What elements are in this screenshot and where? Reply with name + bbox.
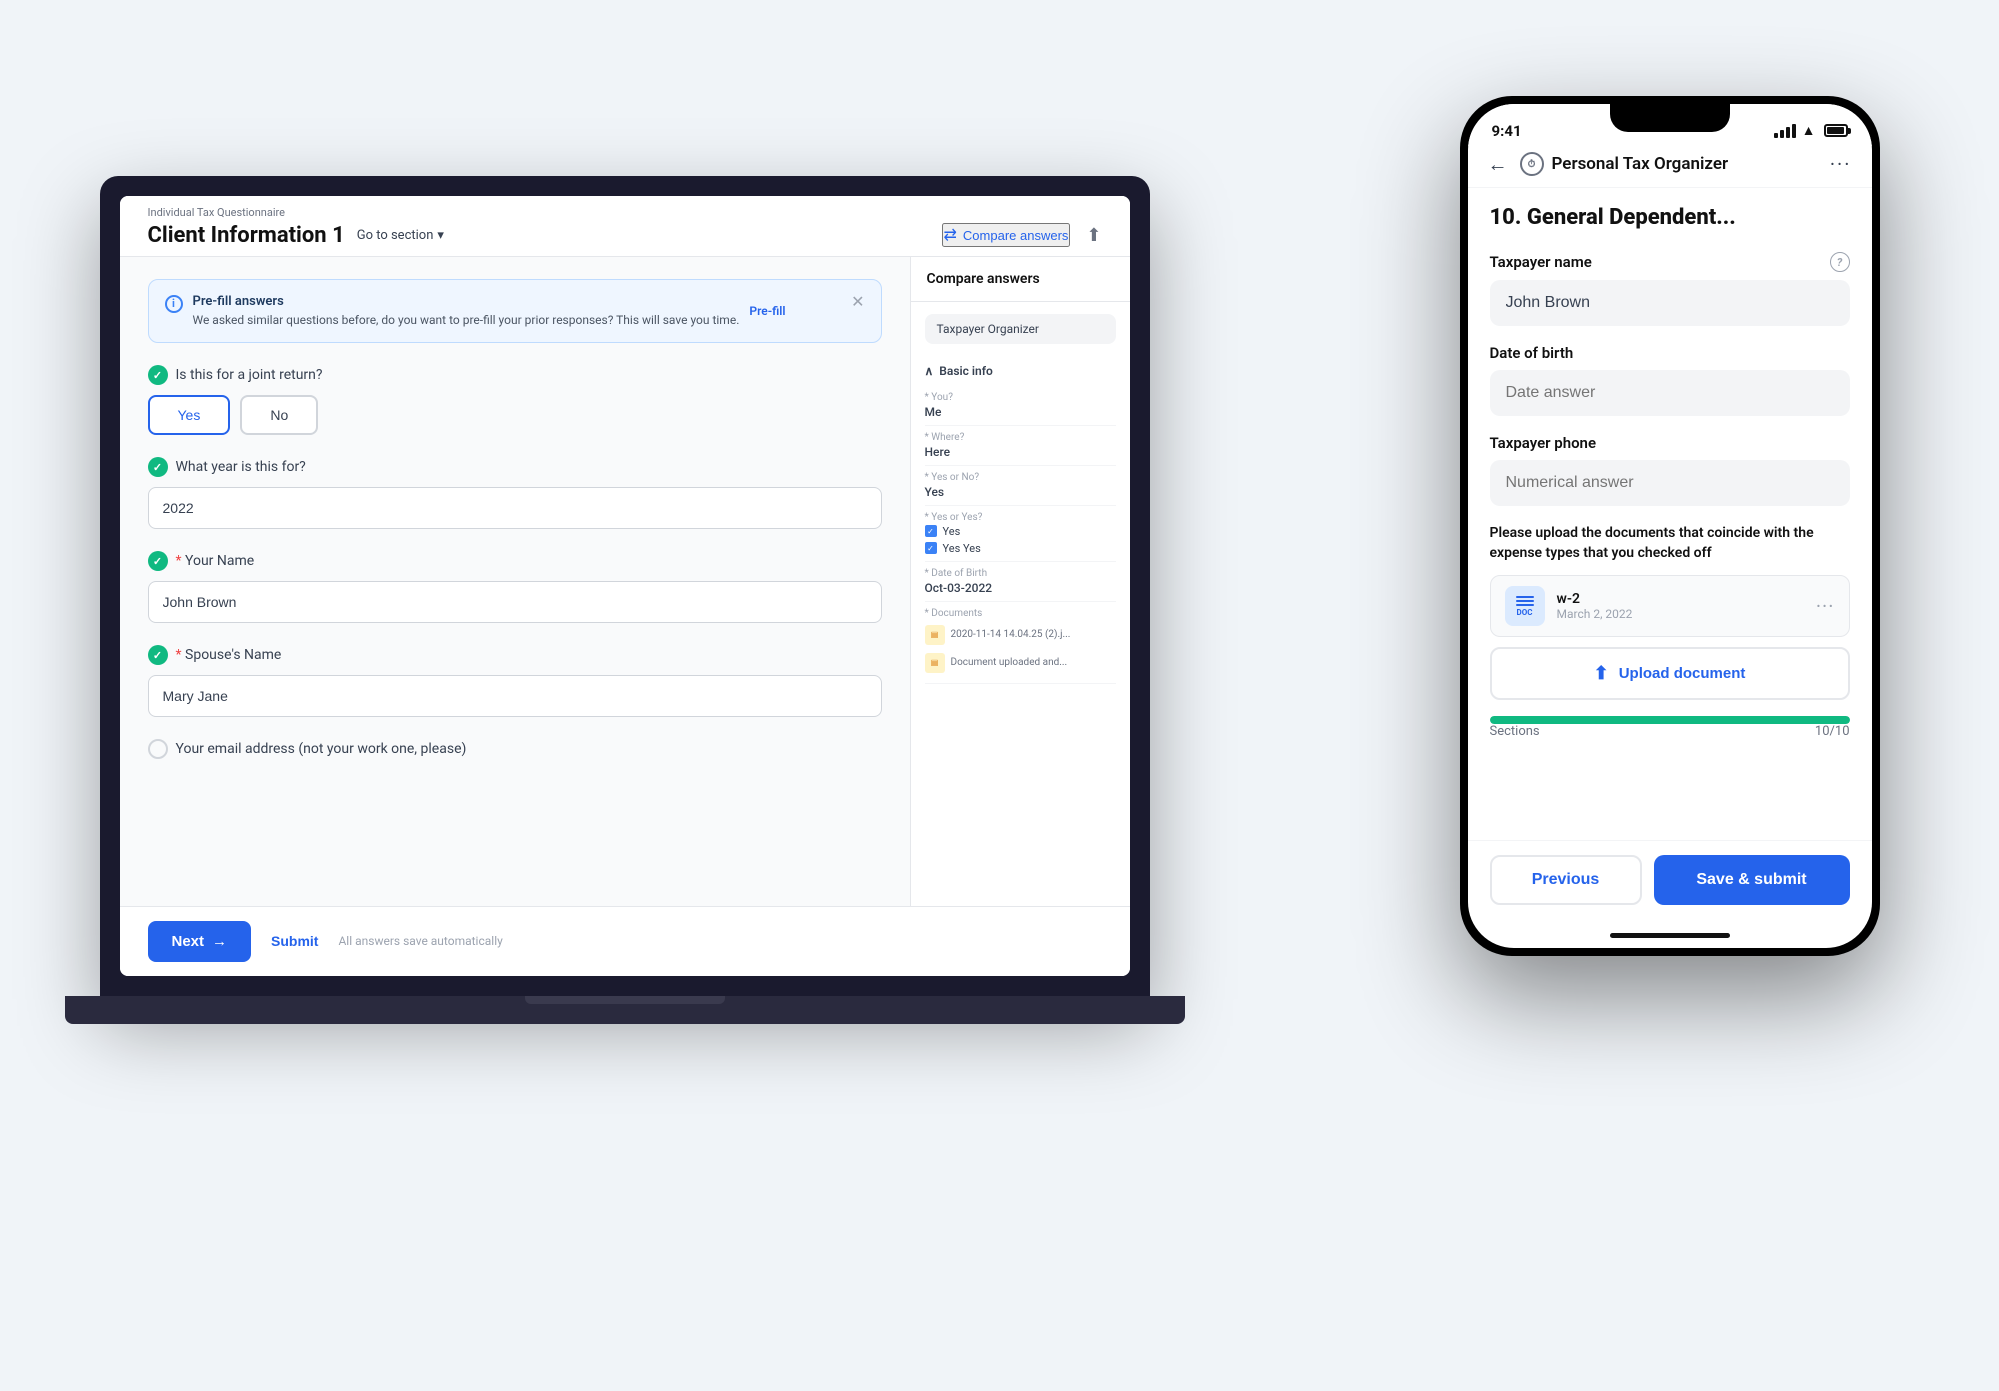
doc-thumb-icon: ▤ — [925, 625, 945, 645]
taxpayer-phone-input[interactable] — [1490, 460, 1850, 506]
upload-icon: ⬆ — [1594, 663, 1609, 684]
prefill-banner: i Pre-fill answers We asked similar ques… — [148, 279, 882, 344]
checkbox-yes: Yes — [925, 525, 1116, 538]
phone: 9:41 ▲ ← ⏱ — [1460, 96, 1880, 956]
prefill-link[interactable]: Pre-fill — [749, 304, 785, 318]
compare-doc-2: ▤ Document uploaded and... — [925, 649, 1116, 677]
doc-icon: DOC — [1505, 586, 1545, 626]
progress-label: Sections — [1490, 724, 1540, 739]
spouse-name-input[interactable] — [148, 675, 882, 717]
doc-name: w-2 — [1557, 591, 1816, 607]
chevron-up-icon: ∧ — [925, 364, 934, 378]
check-icon-2 — [148, 457, 168, 477]
compare-item-docs: * Documents ▤ 2020-11-14 14.04.25 (2).j.… — [925, 602, 1116, 684]
help-icon[interactable]: ? — [1830, 252, 1850, 272]
compare-item-you: * You? Me — [925, 386, 1116, 426]
dob-input[interactable] — [1490, 370, 1850, 416]
doc-more-icon[interactable]: ··· — [1816, 594, 1835, 618]
phone-field-phone: Taxpayer phone — [1490, 434, 1850, 506]
chevron-down-icon: ▾ — [437, 228, 444, 243]
phone-footer: Previous Save & submit — [1468, 840, 1872, 925]
clock-icon: ⏱ — [1520, 152, 1544, 176]
save-submit-button[interactable]: Save & submit — [1654, 855, 1850, 905]
check-icon-4 — [148, 645, 168, 665]
doc-thumb-icon-2: ▤ — [925, 653, 945, 673]
question-your-name: * Your Name — [148, 551, 882, 623]
previous-button[interactable]: Previous — [1490, 855, 1642, 905]
toggle-yes-button[interactable]: Yes — [148, 395, 231, 435]
signal-icon — [1774, 124, 1796, 138]
toggle-no-button[interactable]: No — [240, 395, 318, 435]
checkbox-icon-2 — [925, 542, 937, 554]
compare-item-dob: * Date of Birth Oct-03-2022 — [925, 562, 1116, 602]
compare-item-yes-yes: * Yes or Yes? Yes Yes Yes — [925, 506, 1116, 562]
breadcrumb: Individual Tax Questionnaire — [148, 206, 1102, 219]
compare-answers-button[interactable]: ⇄ Compare answers — [942, 223, 1071, 247]
checkbox-icon — [925, 525, 937, 537]
upload-label: Please upload the documents that coincid… — [1490, 524, 1850, 563]
info-icon: i — [165, 295, 183, 313]
battery-icon — [1824, 124, 1848, 137]
toggle-group: Yes No — [148, 395, 882, 435]
taxpayer-name-input[interactable] — [1490, 280, 1850, 326]
your-name-input[interactable] — [148, 581, 882, 623]
question-spouse-name: * Spouse's Name — [148, 645, 882, 717]
form-footer: Next → Submit All answers save automatic… — [120, 906, 1130, 976]
question-year: What year is this for? — [148, 457, 882, 529]
check-icon-3 — [148, 551, 168, 571]
empty-check-icon — [148, 739, 168, 759]
submit-button[interactable]: Submit — [271, 933, 318, 949]
compare-item-where: * Where? Here — [925, 426, 1116, 466]
compare-section-toggle[interactable]: ∧ Basic info — [925, 356, 1116, 386]
compare-doc-1: ▤ 2020-11-14 14.04.25 (2).j... — [925, 621, 1116, 649]
phone-question-title: 10. General Dependent... — [1490, 204, 1850, 233]
upload-document-button[interactable]: ⬆ Upload document — [1490, 647, 1850, 700]
checkbox-yes-yes: Yes Yes — [925, 542, 1116, 555]
status-time: 9:41 — [1492, 122, 1522, 140]
upload-section: Please upload the documents that coincid… — [1490, 524, 1850, 700]
phone-field-taxpayer-name: Taxpayer name ? — [1490, 252, 1850, 326]
laptop-base — [65, 996, 1185, 1024]
close-icon[interactable]: ✕ — [851, 294, 864, 310]
organizer-tab[interactable]: Taxpayer Organizer — [925, 314, 1116, 344]
more-options-icon[interactable]: ··· — [1830, 152, 1852, 176]
next-button[interactable]: Next → — [148, 921, 252, 962]
compare-item-yes-no: * Yes or No? Yes — [925, 466, 1116, 506]
page-title: Client Information 1 Go to section ▾ — [148, 223, 444, 248]
progress-value: 10/10 — [1815, 724, 1850, 739]
goto-section-button[interactable]: Go to section ▾ — [357, 228, 444, 243]
progress-section: Sections 10/10 — [1490, 716, 1850, 739]
arrow-right-icon: → — [212, 933, 227, 950]
screen-header: Individual Tax Questionnaire Client Info… — [120, 196, 1130, 257]
phone-field-dob: Date of birth — [1490, 344, 1850, 416]
compare-icon: ⇄ — [944, 225, 957, 245]
wifi-icon: ▲ — [1802, 122, 1816, 139]
compare-section-basic-info: ∧ Basic info * You? Me * Where? Here — [911, 356, 1130, 684]
phone-notch — [1610, 104, 1730, 132]
status-icons: ▲ — [1774, 122, 1848, 139]
header-actions: ⇄ Compare answers ⬆ — [942, 223, 1102, 247]
form-area: i Pre-fill answers We asked similar ques… — [120, 257, 910, 906]
prefill-title: Pre-fill answers — [193, 294, 740, 309]
progress-bar — [1490, 716, 1850, 724]
phone-content: 10. General Dependent... Taxpayer name ?… — [1468, 188, 1872, 840]
compare-panel-header: Compare answers — [911, 257, 1130, 302]
back-button[interactable]: ← — [1488, 152, 1508, 177]
question-joint-return: Is this for a joint return? Yes No — [148, 365, 882, 435]
home-indicator — [1610, 933, 1730, 938]
progress-fill — [1490, 716, 1850, 724]
compare-panel: Compare answers Taxpayer Organizer ∧ Bas… — [910, 257, 1130, 906]
share-icon[interactable]: ⬆ — [1086, 225, 1101, 246]
doc-date: March 2, 2022 — [1557, 607, 1816, 621]
laptop: Individual Tax Questionnaire Client Info… — [100, 176, 1150, 1126]
question-email: Your email address (not your work one, p… — [148, 739, 882, 759]
document-item: DOC w-2 March 2, 2022 ··· — [1490, 575, 1850, 637]
phone-nav: ← ⏱ Personal Tax Organizer ··· — [1468, 146, 1872, 188]
autosave-text: All answers save automatically — [338, 934, 502, 948]
year-input[interactable] — [148, 487, 882, 529]
check-icon — [148, 365, 168, 385]
prefill-description: We asked similar questions before, do yo… — [193, 312, 740, 329]
